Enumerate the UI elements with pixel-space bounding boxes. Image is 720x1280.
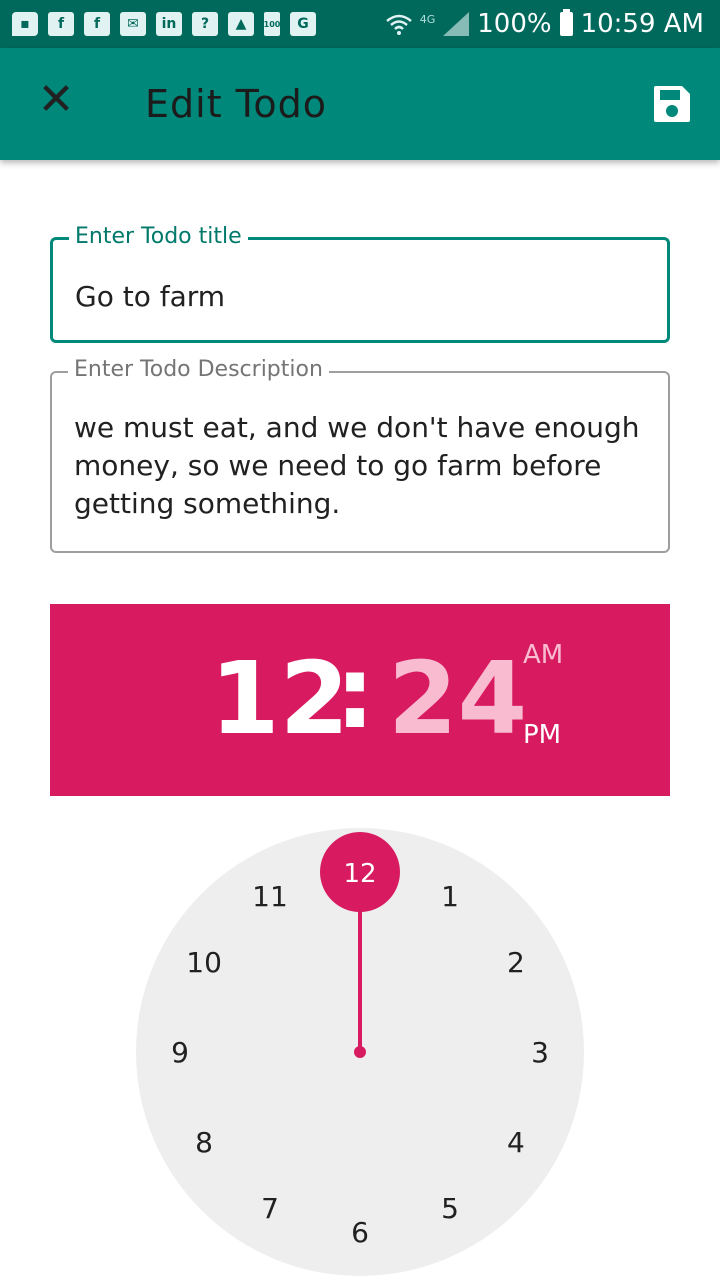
todo-title-label: Enter Todo title bbox=[69, 224, 248, 249]
facebook-icon: f bbox=[84, 12, 110, 36]
clock-number-10[interactable]: 10 bbox=[186, 946, 222, 979]
clock-time: 10:59 AM bbox=[580, 9, 704, 39]
todo-description-field[interactable]: Enter Todo Description we must eat, and … bbox=[50, 357, 670, 553]
chat-icon: ▪ bbox=[12, 12, 38, 36]
pm-toggle[interactable]: PM bbox=[523, 720, 561, 750]
clock-number-4[interactable]: 4 bbox=[507, 1126, 525, 1159]
notification-icons: ▪ f f ✉ in ? ▲ 100 G bbox=[12, 10, 316, 38]
clock-number-2[interactable]: 2 bbox=[507, 946, 525, 979]
battery-percent: 100% bbox=[477, 9, 552, 39]
clock-number-selected[interactable]: 12 bbox=[343, 859, 376, 889]
mail-icon: ✉ bbox=[120, 12, 146, 36]
close-button[interactable]: ✕ bbox=[30, 74, 82, 126]
todo-title-input[interactable]: Go to farm bbox=[75, 278, 647, 316]
clock-number-1[interactable]: 1 bbox=[441, 880, 459, 913]
todo-description-input[interactable]: we must eat, and we don't have enough mo… bbox=[74, 409, 648, 523]
time-minute[interactable]: 24 bbox=[388, 644, 527, 754]
clock-number-6[interactable]: 6 bbox=[351, 1216, 369, 1249]
close-icon: ✕ bbox=[37, 74, 75, 125]
status-bar: ▪ f f ✉ in ? ▲ 100 G 4G 100% 10:59 AM bbox=[0, 0, 720, 48]
save-button[interactable] bbox=[652, 84, 692, 124]
image-icon: ▲ bbox=[228, 12, 254, 36]
clock-number-5[interactable]: 5 bbox=[441, 1192, 459, 1225]
page-title: Edit Todo bbox=[145, 82, 328, 126]
linkedin-icon: in bbox=[156, 12, 182, 36]
time-hour[interactable]: 12 bbox=[210, 644, 349, 754]
clock-center bbox=[354, 1046, 366, 1058]
signal-icon bbox=[443, 12, 470, 36]
clock-number-9[interactable]: 9 bbox=[171, 1036, 189, 1069]
battery-100-icon: 100 bbox=[264, 12, 280, 36]
status-right: 4G 100% 10:59 AM bbox=[385, 8, 704, 40]
todo-description-label: Enter Todo Description bbox=[68, 357, 329, 382]
time-picker-header: 12 : 24 AM PM bbox=[50, 604, 670, 796]
wifi-icon bbox=[385, 14, 412, 35]
clock-number-11[interactable]: 11 bbox=[252, 880, 288, 913]
translate-icon: G bbox=[290, 12, 316, 36]
clock-number-7[interactable]: 7 bbox=[261, 1192, 279, 1225]
time-separator: : bbox=[335, 634, 375, 751]
clock-dial[interactable]: 12 1234567891011 bbox=[136, 828, 584, 1276]
clock-number-3[interactable]: 3 bbox=[531, 1036, 549, 1069]
facebook-icon: f bbox=[48, 12, 74, 36]
am-toggle[interactable]: AM bbox=[523, 640, 563, 670]
help-icon: ? bbox=[192, 12, 218, 36]
app-bar: ✕ Edit Todo bbox=[0, 48, 720, 160]
network-type-label: 4G bbox=[419, 12, 436, 26]
todo-title-field[interactable]: Enter Todo title Go to farm bbox=[50, 224, 670, 343]
clock-number-8[interactable]: 8 bbox=[195, 1126, 213, 1159]
save-icon bbox=[654, 86, 690, 122]
battery-icon bbox=[559, 9, 573, 36]
